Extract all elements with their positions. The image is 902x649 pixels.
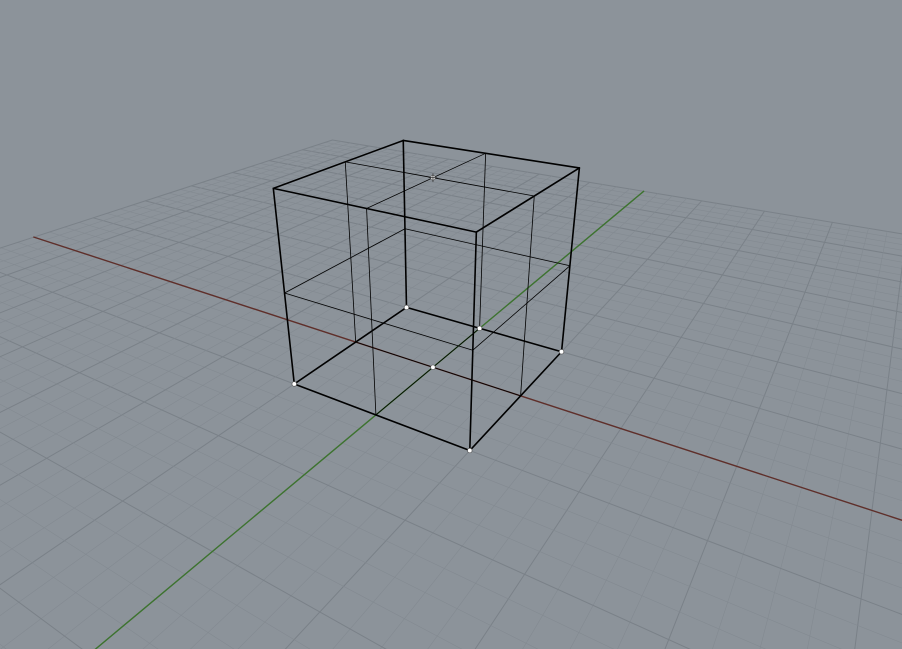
grid-line (0, 156, 428, 649)
grid-line (0, 265, 902, 649)
grid-line (0, 166, 493, 649)
grid-line (0, 146, 369, 574)
grid-line (0, 362, 902, 649)
vertex-point[interactable] (431, 365, 436, 370)
grid-line (0, 272, 902, 649)
grid-line (0, 161, 459, 649)
grid-line (332, 140, 902, 278)
grid-line (0, 206, 732, 649)
grid-line (0, 151, 398, 622)
cube-iso (285, 293, 473, 350)
cube-iso (405, 229, 570, 266)
grid-line (0, 152, 408, 639)
grid-line (0, 198, 687, 649)
grid-line (213, 179, 902, 408)
grid-line (0, 408, 902, 649)
grid-line (325, 142, 902, 285)
grid-line (0, 228, 869, 649)
vertex-point[interactable] (477, 326, 482, 331)
vertex-point[interactable] (467, 448, 472, 453)
vertex-point[interactable] (404, 305, 409, 310)
grid-line (0, 214, 781, 649)
grid-line (0, 196, 672, 649)
grid-line (0, 148, 378, 590)
grid-line (191, 186, 902, 436)
grid-line (0, 165, 481, 649)
viewport-3d[interactable] (0, 0, 902, 649)
grid-line (0, 222, 832, 649)
grid-line (157, 197, 902, 483)
scene-canvas[interactable] (0, 0, 902, 649)
cube-edge[interactable] (406, 307, 561, 351)
grid-line (0, 185, 603, 649)
vertex-point[interactable] (559, 349, 564, 354)
grid-line (260, 163, 902, 351)
cube-iso (367, 208, 376, 414)
cube-edge[interactable] (294, 384, 470, 451)
cube-edge[interactable] (294, 307, 406, 384)
cube-iso (376, 328, 480, 415)
grid-line (0, 176, 552, 649)
cube-edge[interactable] (470, 232, 477, 450)
grid-line (18, 242, 902, 649)
grid-line (1, 248, 902, 649)
cube-edge[interactable] (470, 352, 562, 451)
grid-line (0, 422, 902, 649)
grid-line (0, 373, 902, 649)
grid-line (0, 225, 850, 649)
grid-line (232, 173, 902, 384)
axis-y (0, 367, 433, 649)
grid-line (0, 174, 539, 649)
grid-line (0, 278, 902, 649)
grid-line (0, 396, 902, 649)
grid-line (34, 237, 902, 649)
cube-iso (521, 196, 535, 396)
grid-line (0, 333, 902, 649)
grid-line (0, 157, 438, 649)
vertex-point[interactable] (292, 382, 297, 387)
grid-line (133, 205, 902, 520)
